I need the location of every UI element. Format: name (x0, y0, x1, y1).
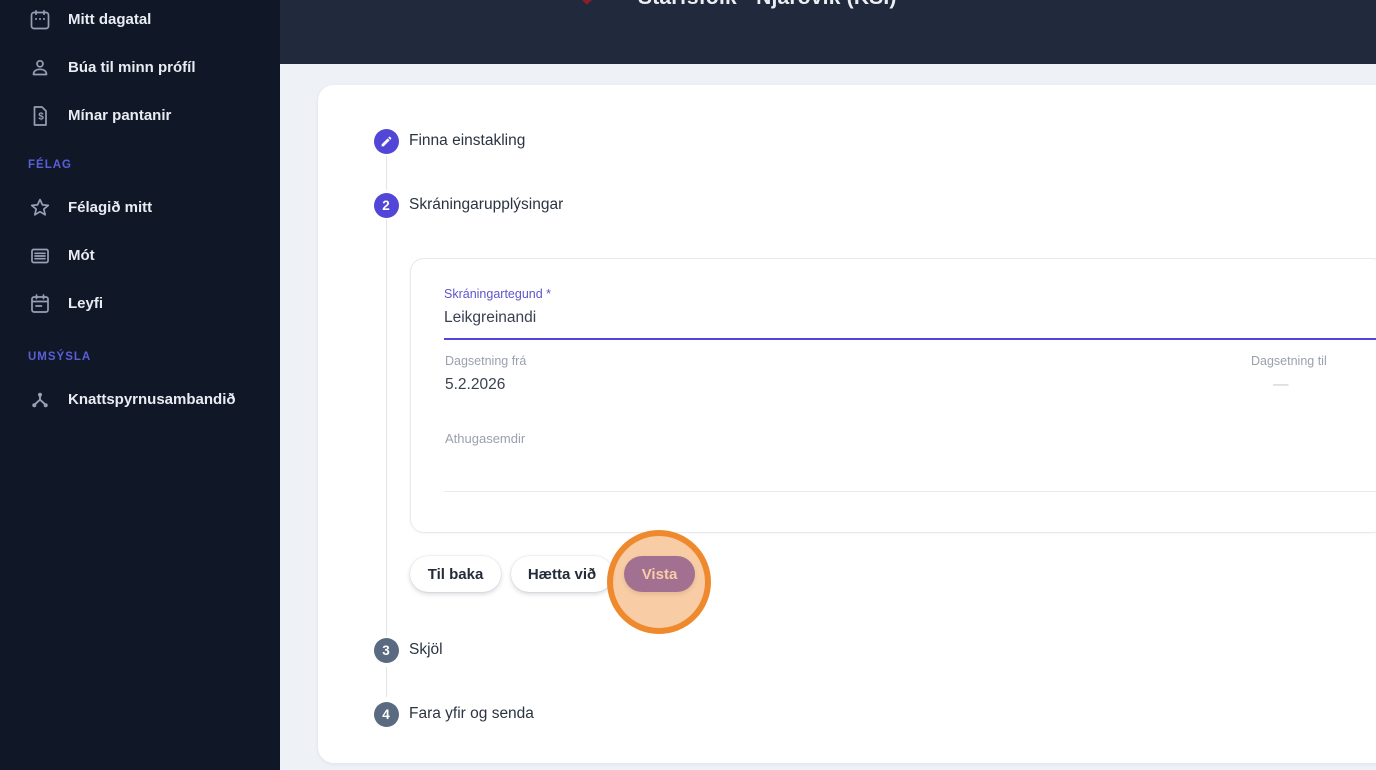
sidebar: Mitt dagatal Búa til minn prófíl $ Mínar… (0, 0, 280, 770)
sidebar-item-label: Mitt dagatal (68, 11, 152, 28)
sidebar-item-label: Félagið mitt (68, 199, 153, 216)
comments-underline (444, 491, 1376, 492)
registration-type-value: Leikgreinandi (444, 309, 537, 326)
hub-icon (28, 388, 52, 412)
step1-circle (373, 128, 399, 154)
step3-label: Skjöl (409, 641, 443, 658)
date-from-value: 5.2.2026 (445, 376, 506, 393)
step4-label: Fara yfir og senda (409, 705, 534, 722)
registration-card: Finna einstakling 2 Skráningarupplýsinga… (318, 85, 1376, 763)
calendar-icon (28, 8, 52, 32)
date-to-label: Dagsetning til (1251, 354, 1327, 368)
registration-type-label: Skráningartegund * (444, 287, 552, 301)
event-icon (28, 292, 52, 316)
step3-circle: 3 (373, 637, 399, 663)
registration-form: Skráningartegund * Leikgreinandi Dagsetn… (410, 258, 1376, 533)
sidebar-item-create-profile[interactable]: Búa til minn prófíl (0, 48, 280, 88)
sidebar-item-my-club[interactable]: Félagið mitt (0, 188, 280, 228)
step2-label: Skráningarupplýsingar (409, 196, 564, 213)
svg-text:$: $ (38, 112, 44, 123)
sidebar-section-felag: FÉLAG (28, 159, 72, 171)
step-connector (385, 219, 387, 637)
sidebar-section-umsysla: UMSÝSLA (28, 351, 92, 363)
sidebar-item-label: Leyfi (68, 295, 104, 312)
main-content: Finna einstakling 2 Skráningarupplýsinga… (280, 64, 1376, 770)
page-title: Starfsfólk - Njarðvík (KSÍ) (638, 0, 897, 10)
focused-field-underline (444, 338, 1376, 340)
back-button[interactable]: Til baka (410, 556, 501, 592)
step4-circle: 4 (373, 701, 399, 727)
step-connector (385, 667, 387, 697)
edit-pencil-icon (381, 136, 391, 146)
sidebar-item-label: Mót (68, 247, 95, 264)
step2-circle: 2 (373, 192, 399, 218)
receipt-icon: $ (28, 104, 52, 128)
step-connector (385, 155, 387, 190)
sidebar-item-label: Knattspyrnusambandið (68, 391, 236, 408)
date-from-label: Dagsetning frá (445, 354, 527, 368)
header-brand-row: Starfsfólk - Njarðvík (KSÍ) (577, 0, 897, 10)
sidebar-item-licenses[interactable]: Leyfi (0, 284, 280, 324)
ksi-logo-icon (577, 0, 597, 5)
step1-label: Finna einstakling (409, 132, 526, 149)
sidebar-item-my-orders[interactable]: $ Mínar pantanir (0, 96, 280, 136)
sidebar-item-label: Mínar pantanir (68, 107, 172, 124)
cancel-button[interactable]: Hætta við (511, 556, 613, 592)
star-icon (28, 196, 52, 220)
date-to-empty-value: — (1273, 376, 1289, 393)
top-header: Starfsfólk - Njarðvík (KSÍ) (280, 0, 1376, 64)
person-icon (28, 56, 52, 80)
list-icon (28, 244, 52, 268)
sidebar-item-label: Búa til minn prófíl (68, 59, 196, 76)
sidebar-item-my-calendar[interactable]: Mitt dagatal (0, 0, 280, 40)
sidebar-item-tournaments[interactable]: Mót (0, 236, 280, 276)
comments-label: Athugasemdir (445, 431, 526, 446)
save-button[interactable]: Vista (624, 556, 695, 592)
sidebar-item-football-association[interactable]: Knattspyrnusambandið (0, 380, 280, 420)
